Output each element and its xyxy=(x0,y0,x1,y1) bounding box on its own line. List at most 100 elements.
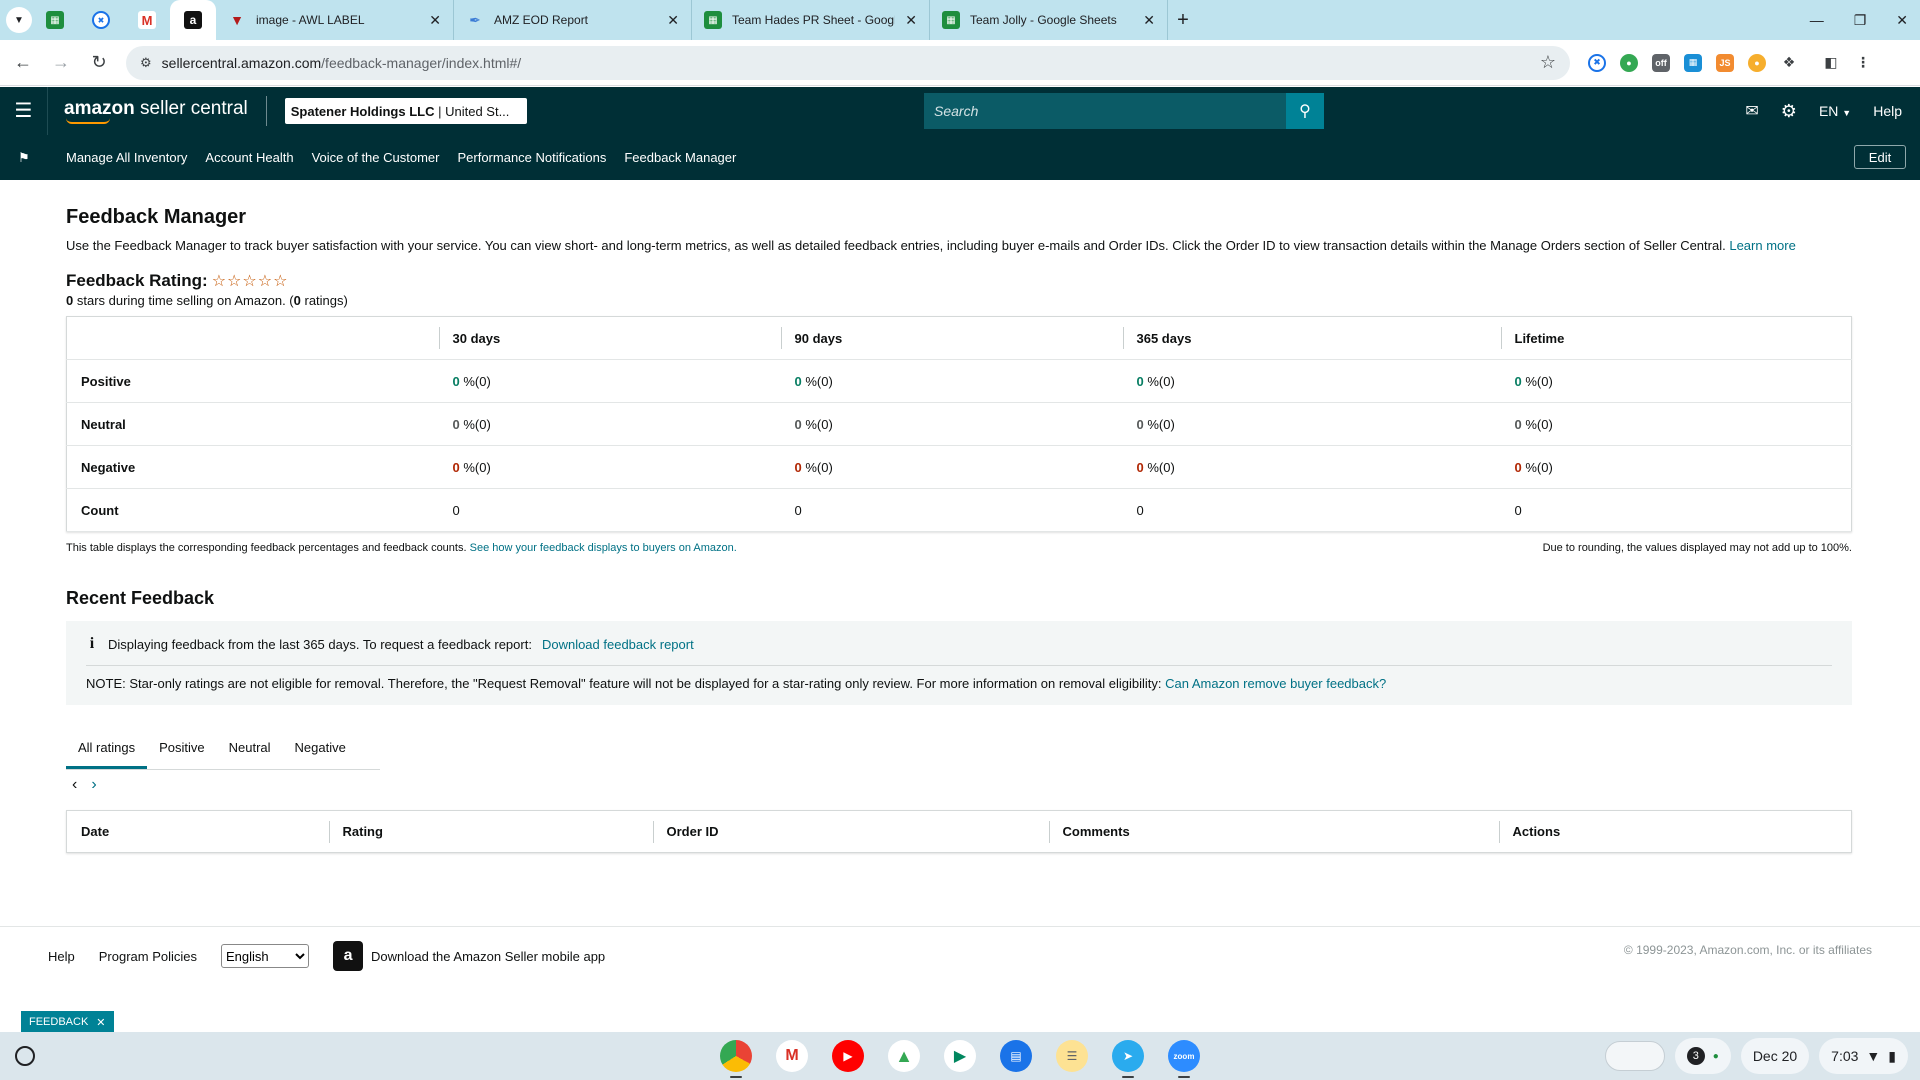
close-tab-icon[interactable]: ✕ xyxy=(1143,12,1155,29)
address-bar[interactable]: ⚙ sellercentral.amazon.com/feedback-mana… xyxy=(126,45,1570,80)
pinned-tab-joom[interactable]: ✖ xyxy=(78,0,124,40)
notes-icon[interactable]: ☰ xyxy=(1056,1040,1088,1072)
col-date[interactable]: Date xyxy=(67,811,329,853)
js-extension-icon[interactable]: JS xyxy=(1716,53,1734,72)
close-window-icon[interactable]: ✕ xyxy=(1896,12,1908,29)
zoom-icon[interactable]: zoom xyxy=(1168,1040,1200,1078)
search-button[interactable]: ⚲ xyxy=(1286,93,1324,129)
holding-space-thumbnail[interactable] xyxy=(1604,1041,1665,1071)
drive-icon[interactable]: ▲ xyxy=(888,1040,920,1072)
nav-account-health[interactable]: Account Health xyxy=(205,150,293,165)
tab-negative[interactable]: Negative xyxy=(283,733,358,769)
tab-search-chevron-icon[interactable]: ▼ xyxy=(6,7,32,33)
puzzle-icon[interactable]: ❖ xyxy=(1780,53,1798,72)
launcher-icon[interactable] xyxy=(15,1046,35,1066)
more-menu-icon[interactable]: ⋮ xyxy=(1854,53,1872,72)
tab-positive[interactable]: Positive xyxy=(147,733,217,769)
gear-icon[interactable]: ⚙ xyxy=(1781,101,1797,122)
language-dropdown[interactable]: EN ▼ xyxy=(1819,103,1851,119)
orange-extension-icon[interactable]: ● xyxy=(1748,53,1766,72)
tab-awl-label[interactable]: ▼ image - AWL LABEL ✕ xyxy=(216,0,454,40)
table-cell: 0 %(0) xyxy=(780,402,1123,446)
status-area[interactable]: 7:03 ▼ ▮ xyxy=(1819,1038,1908,1074)
back-icon[interactable]: ← xyxy=(8,52,38,73)
col-comments[interactable]: Comments xyxy=(1048,811,1499,853)
sheets-icon: ▦ xyxy=(704,11,722,29)
joom-extension-icon[interactable]: ✖ xyxy=(1588,53,1606,72)
telegram-icon[interactable]: ➤ xyxy=(1112,1040,1144,1078)
side-panel-icon[interactable]: ◧ xyxy=(1822,53,1840,72)
account-name: Spatener Holdings LLC xyxy=(290,103,435,119)
col-90-days: 90 days xyxy=(780,316,1123,360)
star-empty-icon: ☆ xyxy=(257,273,273,290)
close-tab-icon[interactable]: ✕ xyxy=(905,12,917,29)
page-footer: Help Program Policies English a Download … xyxy=(0,926,1920,1033)
cell-value: 0 xyxy=(794,459,802,475)
program-policies-link[interactable]: Program Policies xyxy=(99,949,197,964)
tab-eod-report[interactable]: ✒ AMZ EOD Report ✕ xyxy=(454,0,692,40)
star-empty-icon: ☆ xyxy=(211,273,227,290)
notification-pill[interactable]: 3 ● xyxy=(1674,1038,1731,1074)
green-extension-icon[interactable]: ● xyxy=(1620,53,1638,72)
nav-voice-of-customer[interactable]: Voice of the Customer xyxy=(312,150,440,165)
gmail-app-icon[interactable]: M xyxy=(776,1040,808,1072)
date-pill[interactable]: Dec 20 xyxy=(1740,1038,1810,1074)
blue-extension-icon[interactable]: ▦ xyxy=(1684,53,1702,72)
close-tab-icon[interactable]: ✕ xyxy=(429,12,441,29)
recent-feedback-table: Date Rating Order ID Comments Actions xyxy=(66,810,1852,853)
tab-neutral[interactable]: Neutral xyxy=(217,733,283,769)
pinned-tab-gmail[interactable]: M xyxy=(124,0,170,40)
tab-jolly-sheet[interactable]: ▦ Team Jolly - Google Sheets ✕ xyxy=(930,0,1168,40)
tab-title: AMZ EOD Report xyxy=(494,13,589,27)
tab-all-ratings[interactable]: All ratings xyxy=(66,733,148,769)
tab-title: image - AWL LABEL xyxy=(256,13,365,27)
reload-icon[interactable]: ↻ xyxy=(84,52,114,73)
chevron-right-icon[interactable]: › xyxy=(91,776,96,794)
col-order-id[interactable]: Order ID xyxy=(652,811,1049,853)
feedback-chip[interactable]: FEEDBACK ✕ xyxy=(21,1011,114,1033)
forward-icon[interactable]: → xyxy=(46,52,76,73)
nav-performance-notifications[interactable]: Performance Notifications xyxy=(457,150,606,165)
awl-icon: ▼ xyxy=(230,12,244,28)
bookmark-star-icon[interactable]: ☆ xyxy=(1540,52,1556,73)
play-store-icon[interactable]: ▶ xyxy=(944,1040,976,1072)
chevron-left-icon[interactable]: ‹ xyxy=(72,776,77,794)
os-shelf: M ▶ ▲ ▶ ▤ ☰ ➤ zoom 3 ● Dec 20 7:03 ▼ ▮ xyxy=(0,1032,1920,1080)
footer-language-select[interactable]: English xyxy=(221,944,310,968)
cell-suffix: %(0) xyxy=(1147,373,1175,389)
youtube-icon[interactable]: ▶ xyxy=(832,1040,864,1072)
new-tab-button[interactable]: + xyxy=(1168,9,1198,32)
feedback-rating: Feedback Rating: ☆ ☆ ☆ ☆ ☆ xyxy=(66,271,1852,291)
hamburger-menu-icon[interactable]: ☰ xyxy=(0,87,48,135)
restore-icon[interactable]: ❐ xyxy=(1854,12,1867,29)
mail-icon[interactable]: ✉ xyxy=(1745,101,1758,121)
footer-help-link[interactable]: Help xyxy=(48,949,75,964)
mobile-app-link[interactable]: a Download the Amazon Seller mobile app xyxy=(333,941,605,971)
search-input[interactable] xyxy=(924,93,1286,129)
pinned-tab-amazon[interactable]: a xyxy=(170,0,216,40)
learn-more-link[interactable]: Learn more xyxy=(1729,238,1795,253)
bookmark-icon[interactable]: ⚑ xyxy=(0,150,48,166)
account-switcher[interactable]: Spatener Holdings LLC | United St... xyxy=(284,98,527,124)
table-cell: 0 xyxy=(1500,488,1852,532)
site-info-icon[interactable]: ⚙ xyxy=(140,55,152,71)
close-icon[interactable]: ✕ xyxy=(96,1016,105,1029)
help-link[interactable]: Help xyxy=(1873,103,1902,119)
files-icon[interactable]: ▤ xyxy=(1000,1040,1032,1072)
edit-bookmarks-button[interactable]: Edit xyxy=(1854,145,1906,169)
download-report-link[interactable]: Download feedback report xyxy=(542,637,694,652)
off-extension-icon[interactable]: off xyxy=(1652,53,1670,72)
nav-manage-inventory[interactable]: Manage All Inventory xyxy=(66,150,187,165)
close-tab-icon[interactable]: ✕ xyxy=(667,12,679,29)
remove-feedback-link[interactable]: Can Amazon remove buyer feedback? xyxy=(1165,676,1386,691)
cell-value: 0 xyxy=(452,373,460,389)
nav-feedback-manager[interactable]: Feedback Manager xyxy=(624,150,736,165)
chrome-icon[interactable] xyxy=(720,1040,752,1078)
seller-central-logo[interactable]: amazon seller central xyxy=(64,99,248,124)
col-rating[interactable]: Rating xyxy=(328,811,653,853)
tab-hades-sheet[interactable]: ▦ Team Hades PR Sheet - Google ✕ xyxy=(692,0,930,40)
caret-down-icon: ▼ xyxy=(1842,108,1852,118)
pinned-tab-sheets[interactable]: ▦ xyxy=(32,0,78,40)
see-how-feedback-link[interactable]: See how your feedback displays to buyers… xyxy=(470,542,737,554)
minimize-icon[interactable]: — xyxy=(1810,12,1824,28)
